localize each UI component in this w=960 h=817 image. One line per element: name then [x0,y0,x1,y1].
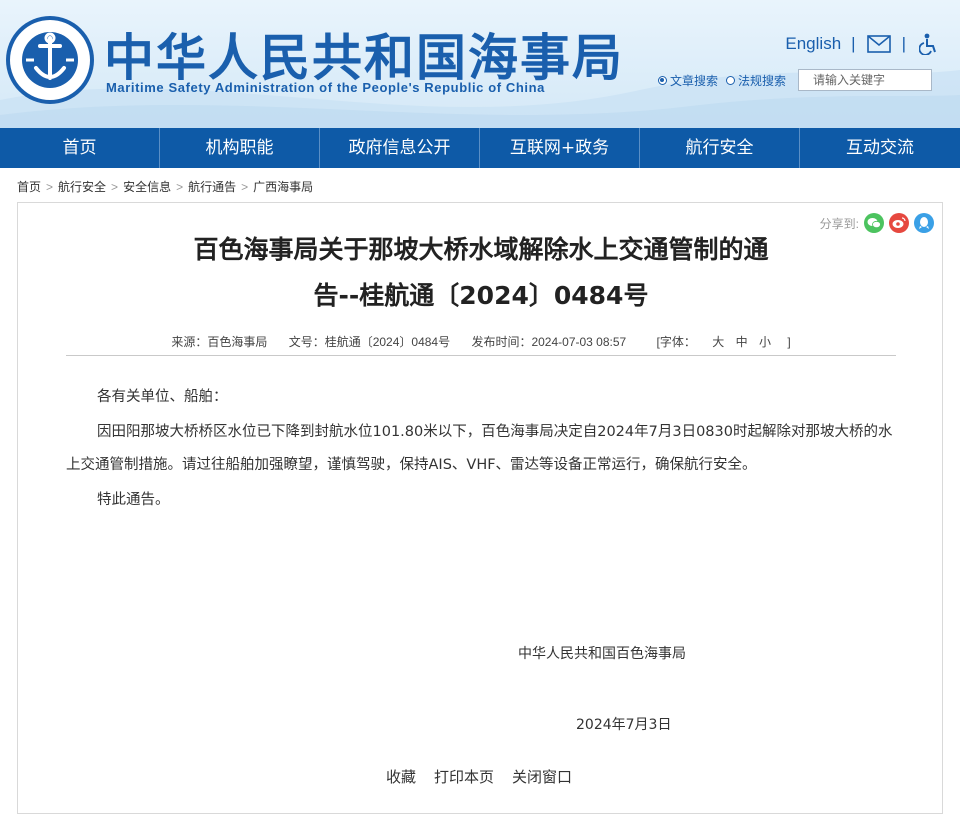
article-title: 百色海事局关于那坡大桥水域解除水上交通管制的通 告--桂航通〔2024〕0484… [118,227,844,319]
mail-icon[interactable] [866,33,892,55]
breadcrumb-item[interactable]: 首页 [17,178,41,195]
breadcrumb-item[interactable]: 广西海事局 [253,178,313,195]
breadcrumb: 首页 > 航行安全 > 安全信息 > 航行通告 > 广西海事局 [17,178,313,195]
weibo-icon[interactable] [889,213,909,233]
tool-separator: | [901,34,906,53]
font-size-label-close: ] [787,335,791,349]
article-body: 各有关单位、船舶： 因田阳那坡大桥桥区水位已下降到封航水位101.80米以下，百… [66,381,902,519]
meta-doc-number: 文号：桂航通〔2024〕0484号 [288,335,451,349]
font-size-small-button[interactable]: 小 [759,335,771,349]
meta-publish-time: 发布时间：2024-07-03 08:57 [471,335,627,349]
article-meta: 来源：百色海事局 文号：桂航通〔2024〕0484号 发布时间：2024-07-… [18,333,944,350]
article-paragraph: 各有关单位、船舶： [97,389,228,405]
article-title-line: 百色海事局关于那坡大桥水域解除水上交通管制的通 [193,235,769,264]
article-title-line: 告--桂航通〔2024〕0484号 [313,281,649,310]
search-option-label: 文章搜索 [669,73,718,88]
search-input[interactable]: 请输入关键字 [798,69,932,91]
msa-logo[interactable] [4,14,96,106]
search-option-articles[interactable]: 文章搜索 [657,72,718,89]
radio-selected-icon [657,75,667,85]
search-option-label: 法规搜索 [737,73,786,88]
english-link[interactable]: English [785,34,841,54]
breadcrumb-item[interactable]: 安全信息 [123,178,171,195]
nav-item-functions[interactable]: 机构职能 [160,128,320,168]
breadcrumb-arrow: > [46,179,54,194]
breadcrumb-arrow: > [241,179,249,194]
nav-item-home[interactable]: 首页 [0,128,160,168]
meta-source: 来源：百色海事局 [171,335,268,349]
breadcrumb-item[interactable]: 航行安全 [58,178,106,195]
article-paragraph: 特此通告。 [97,492,170,508]
article-signoff: 中华人民共和国百色海事局 [518,646,686,662]
font-size-label: [字体： [656,335,696,349]
main-nav: 首页 机构职能 政府信息公开 互联网+政务 航行安全 互动交流 [0,128,960,168]
favorite-button[interactable]: 收藏 [386,766,416,787]
site-header: 中华人民共和国海事局 Maritime Safety Administratio… [0,0,960,128]
header-tools: English | | [785,33,942,55]
qq-icon[interactable] [914,213,934,233]
close-window-button[interactable]: 关闭窗口 [512,766,572,787]
font-size-control: [字体： 大 中 小 ] [648,335,800,349]
site-subtitle: Maritime Safety Administration of the Pe… [106,80,546,95]
nav-item-internet-gov[interactable]: 互联网+政务 [480,128,640,168]
font-size-medium-button[interactable]: 中 [736,335,748,349]
breadcrumb-item[interactable]: 航行通告 [188,178,236,195]
font-size-large-button[interactable]: 大 [712,335,724,349]
nav-item-interaction[interactable]: 互动交流 [800,128,960,168]
search-bar: 文章搜索 法规搜索 请输入关键字 [657,69,932,91]
accessibility-icon[interactable] [916,33,942,55]
breadcrumb-arrow: > [176,179,184,194]
search-option-regulations[interactable]: 法规搜索 [725,72,786,89]
radio-unselected-icon [725,75,735,85]
article-paragraph: 因田阳那坡大桥桥区水位已下降到封航水位101.80米以下，百色海事局决定自202… [66,424,893,473]
wechat-icon[interactable] [864,213,884,233]
breadcrumb-arrow: > [111,179,119,194]
print-button[interactable]: 打印本页 [434,766,494,787]
article-actions: 收藏 打印本页 关闭窗口 [386,766,572,787]
article-date: 2024年7月3日 [576,717,672,733]
article-panel: 分享到: 百色海事局关于那坡大桥水域解除水上交通管制的通 告--桂航通〔2024… [17,202,943,814]
nav-item-navigation-safety[interactable]: 航行安全 [640,128,800,168]
tool-separator: | [851,34,856,53]
nav-item-gov-info[interactable]: 政府信息公开 [320,128,480,168]
meta-divider [66,355,896,356]
